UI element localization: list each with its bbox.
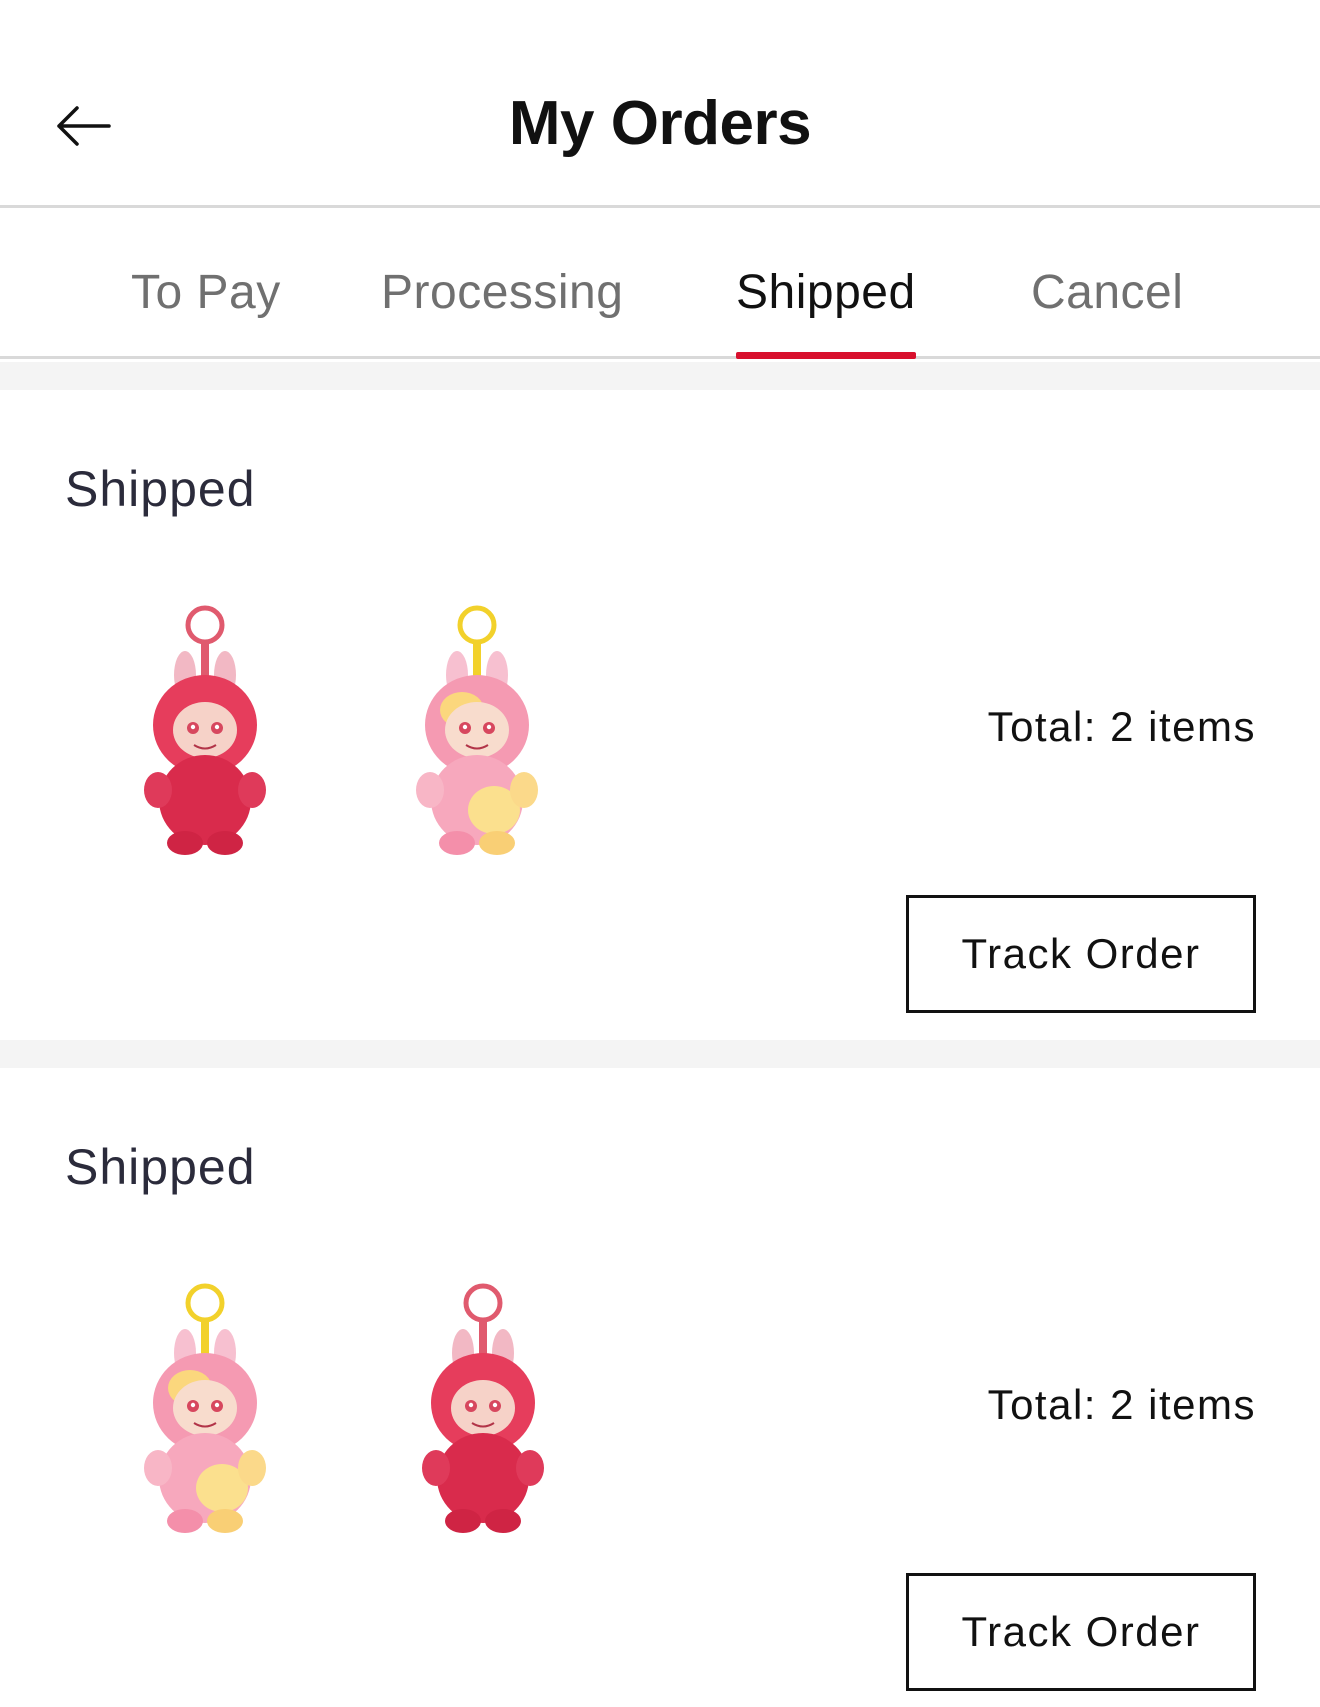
active-tab-indicator — [736, 352, 916, 359]
plush-doll-icon — [144, 605, 266, 855]
order-total: Total: 2 items — [987, 703, 1256, 750]
tab-to-pay[interactable]: To Pay — [131, 265, 281, 359]
product-thumbnail-red[interactable] — [408, 1278, 558, 1538]
product-thumbnail-red[interactable] — [130, 600, 280, 860]
product-thumbnail-pink-yellow[interactable] — [402, 600, 552, 860]
order-card: Shipped Total: 2 items Track Order — [0, 1068, 1320, 1707]
order-status: Shipped — [65, 461, 256, 517]
plush-doll-icon — [422, 1283, 544, 1533]
tab-label: To Pay — [131, 266, 281, 319]
top-bar: My Orders — [0, 0, 1320, 208]
section-divider — [0, 1040, 1320, 1068]
order-status-tabs: To Pay Processing Shipped Cancel — [0, 211, 1320, 359]
track-order-button[interactable]: Track Order — [906, 895, 1256, 1013]
page-title: My Orders — [508, 89, 812, 158]
tab-label: Shipped — [736, 266, 916, 319]
track-order-button[interactable]: Track Order — [906, 1573, 1256, 1691]
order-status: Shipped — [65, 1139, 256, 1195]
tab-shipped[interactable]: Shipped — [736, 265, 916, 359]
app-root: My Orders To Pay Processing Shipped Canc… — [0, 0, 1320, 1707]
plush-doll-icon — [416, 605, 538, 855]
tab-processing[interactable]: Processing — [381, 265, 623, 359]
tab-cancel[interactable]: Cancel — [1031, 265, 1183, 359]
order-total: Total: 2 items — [987, 1381, 1256, 1428]
product-thumbnail-pink-yellow[interactable] — [130, 1278, 280, 1538]
tab-label: Processing — [381, 266, 624, 319]
order-card: Shipped Total: 2 items Track Order — [0, 390, 1320, 1040]
tab-label: Cancel — [1031, 266, 1184, 319]
section-divider — [0, 362, 1320, 390]
plush-doll-icon — [144, 1283, 266, 1533]
